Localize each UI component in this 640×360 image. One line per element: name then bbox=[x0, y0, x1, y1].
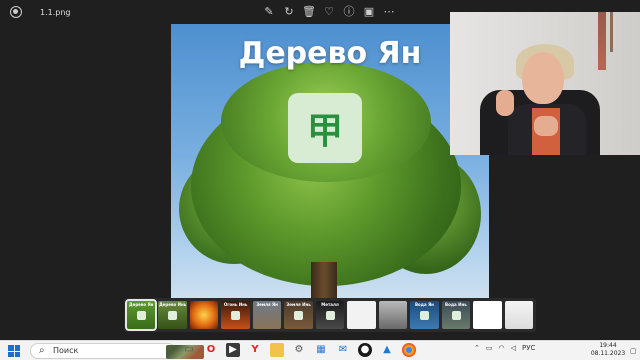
windows-logo-tile bbox=[8, 351, 14, 357]
search-placeholder: Поиск bbox=[53, 346, 79, 355]
presenter-face bbox=[522, 52, 564, 104]
thumbnail[interactable] bbox=[347, 301, 376, 329]
thumbnail[interactable] bbox=[504, 301, 534, 329]
battery-icon[interactable]: ▭ bbox=[486, 344, 493, 352]
thumbnail[interactable] bbox=[189, 301, 219, 329]
clock-date: 08.11.2023 bbox=[590, 350, 626, 357]
thumbnail[interactable] bbox=[378, 301, 408, 329]
windows-logo-tile bbox=[8, 345, 14, 351]
thumbnail-glyph-card bbox=[325, 311, 335, 320]
thumbnail-glyph-card bbox=[168, 311, 178, 320]
obs-icon[interactable]: ● bbox=[358, 343, 372, 357]
thumbnail-glyph-card bbox=[231, 311, 241, 320]
thumbnail[interactable]: Дерево Ян bbox=[124, 299, 158, 331]
windows-logo-tile bbox=[14, 351, 20, 357]
image-toolbar: ✎ ↻ 🗑 ♡ ⓘ ▣ ⋯ bbox=[262, 4, 396, 20]
edit-icon[interactable]: ✎ bbox=[262, 4, 276, 20]
volume-icon[interactable]: ◁ bbox=[511, 344, 516, 352]
taskbar-search[interactable]: ⌕ Поиск bbox=[30, 343, 204, 359]
search-icon: ⌕ bbox=[39, 345, 45, 356]
settings-icon[interactable]: ⚙ bbox=[292, 343, 306, 357]
more-icon[interactable]: ⋯ bbox=[382, 4, 396, 20]
wifi-icon[interactable]: ◠ bbox=[499, 344, 505, 352]
chevron-up-icon[interactable]: ⌃ bbox=[474, 344, 480, 352]
opera-icon[interactable]: O bbox=[204, 343, 218, 357]
store-icon[interactable]: ▦ bbox=[314, 343, 328, 357]
photos-app-window: 1.1.png ✎ ↻ 🗑 ♡ ⓘ ▣ ⋯ Дерево Ян 甲 Дерево… bbox=[0, 0, 640, 340]
photos-app-icon bbox=[10, 6, 22, 18]
thumbnail[interactable]: Огонь Инь bbox=[221, 301, 250, 329]
thumbnail-label: Вода Ян bbox=[414, 302, 434, 307]
thumbnail-label: Вода Инь bbox=[445, 302, 467, 307]
language-indicator[interactable]: РУС bbox=[522, 344, 535, 352]
thumbnail-glyph-card bbox=[420, 311, 430, 320]
clock-time: 19:44 bbox=[599, 342, 617, 349]
thumbnail-glyph-card bbox=[451, 311, 461, 320]
file-explorer-icon[interactable] bbox=[270, 343, 284, 357]
presenter-hand bbox=[496, 90, 514, 116]
filmstrip: Дерево Ян Дерево Инь Огонь Инь Земля Ян … bbox=[124, 298, 536, 332]
delete-icon[interactable]: 🗑 bbox=[302, 4, 316, 20]
rotate-icon[interactable]: ↻ bbox=[282, 4, 296, 20]
mail-icon[interactable]: ✉ bbox=[336, 343, 350, 357]
clock[interactable]: 19:44 08.11.2023 bbox=[588, 342, 628, 358]
task-view-icon[interactable]: ▭ bbox=[182, 343, 196, 357]
thumbnail-glyph-card bbox=[137, 311, 146, 320]
notification-icon[interactable]: ▢ bbox=[630, 347, 637, 355]
thumbnail-glyph-card bbox=[294, 311, 304, 320]
thumbnail-label: Металл bbox=[321, 302, 339, 307]
thumbnail[interactable]: Металл bbox=[315, 301, 345, 329]
glyph-card: 甲 bbox=[288, 93, 362, 163]
thumbnail-label: Дерево Инь bbox=[159, 302, 187, 307]
info-icon[interactable]: ⓘ bbox=[342, 4, 356, 20]
thumbnail-label: Дерево Ян bbox=[129, 302, 154, 307]
media-player-icon[interactable]: ▶ bbox=[226, 343, 240, 357]
favorite-icon[interactable]: ♡ bbox=[322, 4, 336, 20]
thumbnail[interactable]: Вода Инь bbox=[441, 301, 471, 329]
image-viewer-slide: Дерево Ян 甲 bbox=[171, 24, 489, 318]
file-name: 1.1.png bbox=[40, 8, 71, 17]
webcam-overlay bbox=[450, 12, 640, 155]
thumbnail-label: Земля Инь bbox=[286, 302, 311, 307]
presenter-hand bbox=[534, 116, 558, 136]
windows-logo-tile bbox=[14, 345, 20, 351]
slide-title: Дерево Ян bbox=[238, 36, 422, 71]
wall-decoration bbox=[610, 12, 613, 52]
pinned-apps: ▭ O ▶ Y ⚙ ▦ ✉ ● ▲ bbox=[182, 343, 416, 357]
chinese-glyph: 甲 bbox=[306, 111, 343, 152]
thumbnail-label: Огонь Инь bbox=[223, 302, 248, 307]
thumbnail[interactable]: Земля Ян bbox=[252, 301, 282, 329]
slideshow-icon[interactable]: ▣ bbox=[362, 4, 376, 20]
thumbnail-label: Земля Ян bbox=[256, 302, 278, 307]
chrome-icon[interactable] bbox=[402, 343, 416, 357]
thumbnail[interactable]: Вода Ян bbox=[410, 301, 439, 329]
system-tray: ⌃ ▭ ◠ ◁ РУС bbox=[474, 344, 535, 352]
thumbnail[interactable]: Земля Инь bbox=[284, 301, 313, 329]
photos-icon[interactable]: ▲ bbox=[380, 343, 394, 357]
thumbnail[interactable]: Дерево Инь bbox=[158, 301, 187, 329]
windows-taskbar: ⌕ Поиск ▭ O ▶ Y ⚙ ▦ ✉ ● ▲ ⌃ ▭ ◠ ◁ РУС 19… bbox=[0, 340, 640, 360]
yandex-icon[interactable]: Y bbox=[248, 343, 262, 357]
start-button[interactable] bbox=[8, 345, 20, 357]
thumbnail[interactable] bbox=[473, 301, 502, 329]
wall-decoration bbox=[598, 12, 606, 70]
